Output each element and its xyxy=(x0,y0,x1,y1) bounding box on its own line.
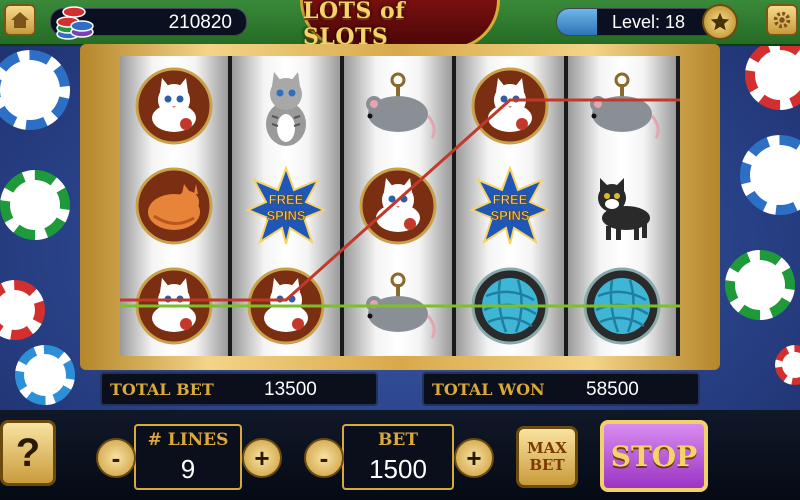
reel-4: FREE SPINS xyxy=(456,56,564,356)
lines-value: 9 xyxy=(180,454,196,484)
white-cat-icon xyxy=(135,267,213,345)
white-cat-icon xyxy=(135,67,213,145)
home-button[interactable] xyxy=(4,4,36,36)
casino-chip-decoration xyxy=(0,280,45,340)
yarn-ball-icon xyxy=(471,267,549,345)
help-button[interactable]: ? xyxy=(0,420,56,486)
orange-cat-icon xyxy=(135,167,213,245)
casino-chip-decoration xyxy=(745,40,800,110)
wind-up-mouse-icon xyxy=(366,72,436,139)
level-progress-bar: Level: 18 xyxy=(556,8,718,36)
game-title: LOTS of SLOTS xyxy=(303,0,406,50)
total-bet-label: TOTAL BET xyxy=(110,380,214,399)
bet-panel: BET 1500 xyxy=(342,424,454,490)
reel-1 xyxy=(120,56,228,356)
reel-5 xyxy=(568,56,676,356)
svg-text:SPINS: SPINS xyxy=(266,208,305,223)
lines-panel: # LINES 9 xyxy=(134,424,242,490)
svg-text:FREE: FREE xyxy=(269,192,304,207)
casino-chip-decoration xyxy=(725,250,795,320)
lines-label: # LINES xyxy=(147,430,229,450)
black-cat-symbol xyxy=(568,156,676,256)
wind-up-mouse-symbol xyxy=(344,56,452,156)
max-bet-label-line2: BET xyxy=(529,456,565,474)
star-button[interactable] xyxy=(702,4,738,40)
reel-2: FREE SPINS xyxy=(232,56,340,356)
level-label: Level: 18 xyxy=(611,12,685,32)
info-bar: TOTAL BET 13500 TOTAL WON 58500 xyxy=(100,372,700,406)
casino-chip-decoration xyxy=(0,170,70,240)
help-label: ? xyxy=(15,430,41,475)
yarn-ball-symbol xyxy=(568,256,676,356)
game-title-banner: LOTS of SLOTS xyxy=(300,0,500,50)
casino-chip-decoration xyxy=(740,135,800,215)
reels-window: FREE SPINS FREE SPINS xyxy=(120,56,680,356)
white-cat-symbol xyxy=(344,156,452,256)
home-icon xyxy=(11,12,29,28)
free-spins-icon: FREE SPINS xyxy=(246,166,326,245)
white-cat-symbol xyxy=(456,56,564,156)
stop-label: STOP xyxy=(610,439,698,473)
casino-chip-decoration xyxy=(15,345,75,405)
black-cat-icon xyxy=(598,178,650,240)
white-cat-icon xyxy=(359,167,437,245)
plus-label: + xyxy=(466,442,482,473)
bet-label: BET xyxy=(378,430,418,450)
reel-3 xyxy=(344,56,452,356)
white-cat-icon xyxy=(471,67,549,145)
minus-label: - xyxy=(111,442,121,473)
gear-icon xyxy=(773,11,791,29)
minus-label: - xyxy=(319,442,329,473)
level-progress-fill xyxy=(557,9,597,35)
total-bet-value: 13500 xyxy=(264,379,317,400)
bet-decrease-button[interactable]: - xyxy=(304,438,344,478)
svg-text:SPINS: SPINS xyxy=(490,208,529,223)
total-bet-panel: TOTAL BET 13500 xyxy=(100,372,378,406)
wind-up-mouse-icon xyxy=(590,72,660,139)
star-icon xyxy=(710,12,730,31)
gray-tabby-cat-icon xyxy=(266,72,306,146)
settings-button[interactable] xyxy=(766,4,798,36)
white-cat-symbol xyxy=(120,56,228,156)
wind-up-mouse-icon xyxy=(366,272,436,339)
yarn-ball-symbol xyxy=(456,256,564,356)
max-bet-button[interactable]: MAX BET xyxy=(516,426,578,488)
casino-chip-decoration xyxy=(775,345,800,385)
lines-increase-button[interactable]: + xyxy=(242,438,282,478)
wind-up-mouse-symbol xyxy=(568,56,676,156)
bet-value: 1500 xyxy=(369,454,427,484)
coin-balance: 210820 xyxy=(168,12,232,33)
free-spins-icon: FREE SPINS xyxy=(470,166,550,245)
lines-decrease-button[interactable]: - xyxy=(96,438,136,478)
svg-text:FREE: FREE xyxy=(493,192,528,207)
white-cat-icon xyxy=(247,267,325,345)
chip-stack-icon xyxy=(56,6,94,40)
total-won-value: 58500 xyxy=(586,379,639,400)
yarn-ball-icon xyxy=(583,267,661,345)
wind-up-mouse-symbol xyxy=(344,256,452,356)
bet-increase-button[interactable]: + xyxy=(454,438,494,478)
free-spins-symbol: FREE SPINS xyxy=(232,156,340,256)
free-spins-symbol: FREE SPINS xyxy=(456,156,564,256)
plus-label: + xyxy=(254,442,270,473)
casino-chip-decoration xyxy=(0,50,70,130)
total-won-panel: TOTAL WON 58500 xyxy=(422,372,700,406)
orange-cat-symbol xyxy=(120,156,228,256)
white-cat-symbol xyxy=(120,256,228,356)
gray-tabby-cat-symbol xyxy=(232,56,340,156)
stop-spin-button[interactable]: STOP xyxy=(600,420,708,492)
total-won-label: TOTAL WON xyxy=(432,380,545,399)
max-bet-label-line1: MAX xyxy=(527,439,567,457)
white-cat-symbol xyxy=(232,256,340,356)
